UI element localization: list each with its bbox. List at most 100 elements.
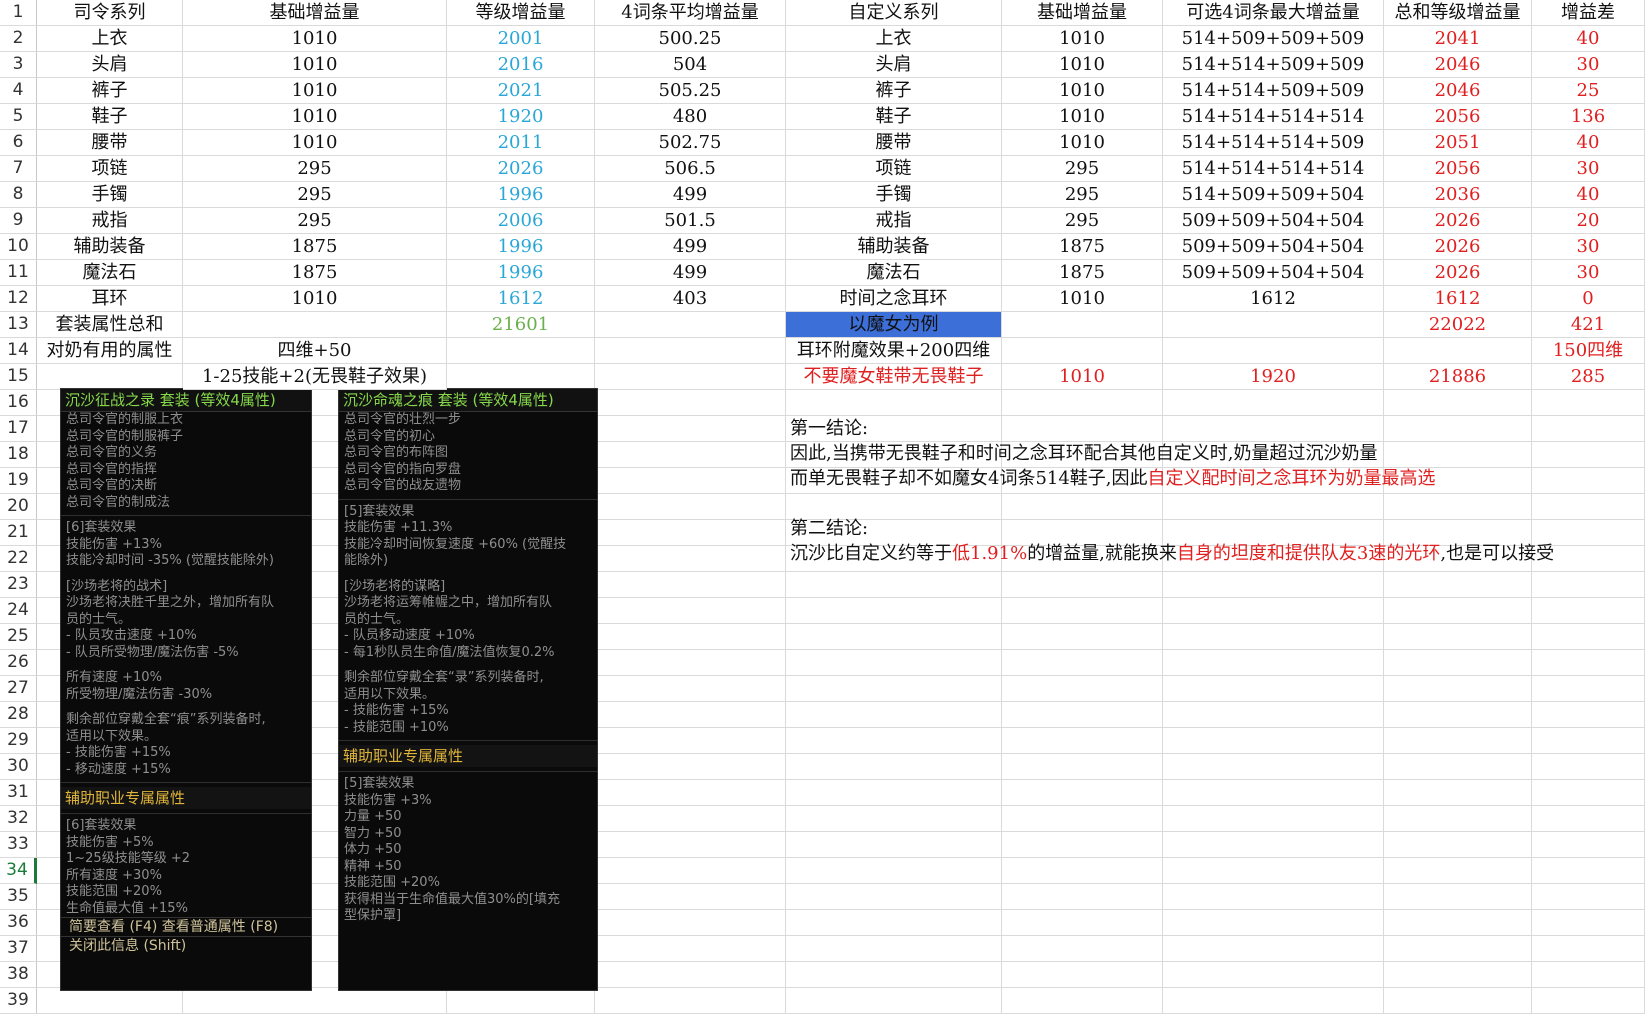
cell-r38-c3[interactable] xyxy=(595,962,786,988)
cell-r10-c4[interactable]: 辅助装备 xyxy=(786,234,1002,260)
cell-r14-c2[interactable] xyxy=(447,338,595,364)
cell-r25-c4[interactable] xyxy=(786,624,1002,650)
cell-r6-c6[interactable]: 514+514+514+509 xyxy=(1163,130,1384,156)
cell-r4-c8[interactable]: 25 xyxy=(1532,78,1645,104)
cell-r15-c3[interactable] xyxy=(595,364,786,390)
cell-r5-c1[interactable]: 1010 xyxy=(183,104,447,130)
cell-r10-c6[interactable]: 509+509+504+504 xyxy=(1163,234,1384,260)
cell-r27-c5[interactable] xyxy=(1002,676,1163,702)
cell-r2-c4[interactable]: 上衣 xyxy=(786,26,1002,52)
cell-r1-c0[interactable]: 司令系列 xyxy=(37,0,183,26)
cell-r13-c4[interactable]: 以魔女为例 xyxy=(786,312,1002,338)
cell-r8-c5[interactable]: 295 xyxy=(1002,182,1163,208)
cell-r10-c7[interactable]: 2026 xyxy=(1384,234,1532,260)
cell-r39-c5[interactable] xyxy=(1002,988,1163,1014)
cell-r12-c4[interactable]: 时间之念耳环 xyxy=(786,286,1002,312)
row-header-11[interactable]: 11 xyxy=(0,260,37,286)
cell-r3-c7[interactable]: 2046 xyxy=(1384,52,1532,78)
row-header-1[interactable]: 1 xyxy=(0,0,37,26)
cell-r16-c6[interactable] xyxy=(1163,390,1384,416)
row-header-8[interactable]: 8 xyxy=(0,182,37,208)
cell-r25-c6[interactable] xyxy=(1163,624,1384,650)
cell-r3-c1[interactable]: 1010 xyxy=(183,52,447,78)
cell-r8-c4[interactable]: 手镯 xyxy=(786,182,1002,208)
cell-r7-c7[interactable]: 2056 xyxy=(1384,156,1532,182)
cell-r31-c8[interactable] xyxy=(1532,780,1645,806)
row-header-35[interactable]: 35 xyxy=(0,884,37,910)
row-header-31[interactable]: 31 xyxy=(0,780,37,806)
cell-r27-c7[interactable] xyxy=(1384,676,1532,702)
cell-r28-c6[interactable] xyxy=(1163,702,1384,728)
row-header-25[interactable]: 25 xyxy=(0,624,37,650)
row-header-21[interactable]: 21 xyxy=(0,520,37,546)
cell-r6-c5[interactable]: 1010 xyxy=(1002,130,1163,156)
cell-r24-c3[interactable] xyxy=(595,598,786,624)
cell-r1-c2[interactable]: 等级增益量 xyxy=(447,0,595,26)
cell-r39-c2[interactable] xyxy=(447,988,595,1014)
row-header-22[interactable]: 22 xyxy=(0,546,37,572)
cell-r16-c5[interactable] xyxy=(1002,390,1163,416)
cell-r17-c3[interactable] xyxy=(595,416,786,442)
cell-r8-c6[interactable]: 514+509+509+504 xyxy=(1163,182,1384,208)
cell-r5-c6[interactable]: 514+514+514+514 xyxy=(1163,104,1384,130)
cell-r25-c3[interactable] xyxy=(595,624,786,650)
cell-r15-c5[interactable]: 1010 xyxy=(1002,364,1163,390)
cell-r39-c3[interactable] xyxy=(595,988,786,1014)
cell-r14-c4[interactable]: 耳环附魔效果+200四维 xyxy=(786,338,1002,364)
row-header-3[interactable]: 3 xyxy=(0,52,37,78)
cell-r1-c8[interactable]: 增益差 xyxy=(1532,0,1645,26)
cell-r15-c6[interactable]: 1920 xyxy=(1163,364,1384,390)
cell-r26-c7[interactable] xyxy=(1384,650,1532,676)
cell-r14-c1[interactable]: 四维+50 xyxy=(183,338,447,364)
cell-r17-c7[interactable] xyxy=(1384,416,1532,442)
cell-r2-c5[interactable]: 1010 xyxy=(1002,26,1163,52)
cell-r28-c3[interactable] xyxy=(595,702,786,728)
cell-r2-c1[interactable]: 1010 xyxy=(183,26,447,52)
cell-r3-c2[interactable]: 2016 xyxy=(447,52,595,78)
cell-r34-c4[interactable] xyxy=(786,858,1002,884)
cell-r37-c3[interactable] xyxy=(595,936,786,962)
cell-r35-c8[interactable] xyxy=(1532,884,1645,910)
cell-r6-c3[interactable]: 502.75 xyxy=(595,130,786,156)
row-header-10[interactable]: 10 xyxy=(0,234,37,260)
cell-r13-c1[interactable] xyxy=(183,312,447,338)
cell-r9-c8[interactable]: 20 xyxy=(1532,208,1645,234)
cell-r27-c6[interactable] xyxy=(1163,676,1384,702)
row-header-16[interactable]: 16 xyxy=(0,390,37,416)
cell-r20-c5[interactable] xyxy=(1002,494,1163,520)
cell-r25-c5[interactable] xyxy=(1002,624,1163,650)
cell-r36-c7[interactable] xyxy=(1384,910,1532,936)
cell-r30-c7[interactable] xyxy=(1384,754,1532,780)
cell-r10-c1[interactable]: 1875 xyxy=(183,234,447,260)
cell-r38-c7[interactable] xyxy=(1384,962,1532,988)
cell-r28-c4[interactable] xyxy=(786,702,1002,728)
cell-r6-c2[interactable]: 2011 xyxy=(447,130,595,156)
cell-r28-c7[interactable] xyxy=(1384,702,1532,728)
cell-r2-c0[interactable]: 上衣 xyxy=(37,26,183,52)
cell-r9-c5[interactable]: 295 xyxy=(1002,208,1163,234)
row-header-32[interactable]: 32 xyxy=(0,806,37,832)
cell-r4-c6[interactable]: 514+514+509+509 xyxy=(1163,78,1384,104)
cell-r4-c3[interactable]: 505.25 xyxy=(595,78,786,104)
cell-r31-c6[interactable] xyxy=(1163,780,1384,806)
cell-r34-c8[interactable] xyxy=(1532,858,1645,884)
cell-r16-c3[interactable] xyxy=(595,390,786,416)
cell-r11-c8[interactable]: 30 xyxy=(1532,260,1645,286)
cell-r7-c1[interactable]: 295 xyxy=(183,156,447,182)
cell-r30-c8[interactable] xyxy=(1532,754,1645,780)
cell-r10-c2[interactable]: 1996 xyxy=(447,234,595,260)
cell-r15-c0[interactable] xyxy=(37,364,183,390)
cell-r39-c7[interactable] xyxy=(1384,988,1532,1014)
cell-r4-c5[interactable]: 1010 xyxy=(1002,78,1163,104)
cell-r29-c7[interactable] xyxy=(1384,728,1532,754)
cell-r32-c5[interactable] xyxy=(1002,806,1163,832)
cell-r33-c3[interactable] xyxy=(595,832,786,858)
cell-r20-c6[interactable] xyxy=(1163,494,1384,520)
cell-r4-c7[interactable]: 2046 xyxy=(1384,78,1532,104)
cell-r26-c5[interactable] xyxy=(1002,650,1163,676)
cell-r10-c5[interactable]: 1875 xyxy=(1002,234,1163,260)
cell-r1-c4[interactable]: 自定义系列 xyxy=(786,0,1002,26)
row-header-7[interactable]: 7 xyxy=(0,156,37,182)
cell-r34-c6[interactable] xyxy=(1163,858,1384,884)
cell-r4-c0[interactable]: 裤子 xyxy=(37,78,183,104)
